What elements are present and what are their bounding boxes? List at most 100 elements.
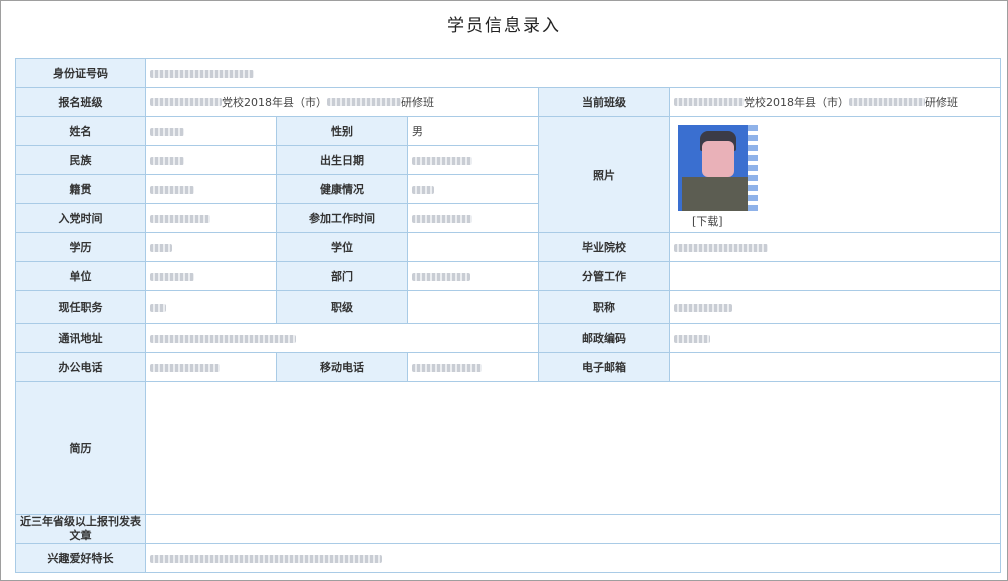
row-education: 学历 学位 毕业院校 xyxy=(15,232,1002,262)
row-class: 报名班级 党校2018年县（市） 研修班 当前班级 党校2018年县（市） 研修班 xyxy=(15,87,1002,117)
label-photo: 照片 xyxy=(538,116,670,233)
office-phone-field[interactable] xyxy=(145,352,277,382)
label-postal-code: 邮政编码 xyxy=(538,323,670,353)
dialog-frame: 学员信息录入 身份证号码 报名班级 党校2018年县（市） 研修班 当前班级 党… xyxy=(0,0,1008,581)
redacted-value xyxy=(412,214,472,223)
label-rank: 职级 xyxy=(276,290,408,324)
label-mobile-phone: 移动电话 xyxy=(276,352,408,382)
health-field[interactable] xyxy=(407,174,539,204)
redacted-value xyxy=(150,214,210,223)
label-party-join-date: 入党时间 xyxy=(15,203,146,233)
resume-field[interactable] xyxy=(144,381,1002,515)
publications-field[interactable] xyxy=(144,514,1002,544)
label-gender: 性别 xyxy=(276,116,408,146)
employer-field[interactable] xyxy=(145,261,277,291)
rank-field[interactable] xyxy=(407,290,539,324)
photo-body xyxy=(682,177,754,211)
enroll-class-field[interactable]: 党校2018年县（市） 研修班 xyxy=(145,87,539,117)
redacted-value xyxy=(674,303,732,312)
redacted-value xyxy=(150,303,166,312)
label-id-number: 身份证号码 xyxy=(15,58,146,88)
label-birth-date: 出生日期 xyxy=(276,145,408,175)
work-start-date-field[interactable] xyxy=(407,203,539,233)
label-email: 电子邮箱 xyxy=(538,352,670,382)
postal-code-field[interactable] xyxy=(668,323,1002,353)
redacted-value xyxy=(327,98,401,106)
label-publications: 近三年省级以上报刊发表文章 xyxy=(15,514,146,544)
degree-field[interactable] xyxy=(407,232,539,262)
label-enroll-class: 报名班级 xyxy=(15,87,146,117)
current-class-suffix: 研修班 xyxy=(925,96,958,109)
education-field[interactable] xyxy=(145,232,277,262)
label-graduate-school: 毕业院校 xyxy=(538,232,670,262)
photo-edge xyxy=(748,125,758,211)
hobbies-field[interactable] xyxy=(144,543,1002,573)
row-publications: 近三年省级以上报刊发表文章 xyxy=(15,514,1002,544)
row-employer: 单位 部门 分管工作 xyxy=(15,261,1002,291)
redacted-value xyxy=(150,554,382,563)
download-link[interactable]: [下载] xyxy=(692,213,996,229)
graduate-school-field[interactable] xyxy=(668,232,1002,262)
label-degree: 学位 xyxy=(276,232,408,262)
redacted-value xyxy=(150,185,194,194)
redacted-value xyxy=(412,272,470,281)
mobile-phone-field[interactable] xyxy=(407,352,539,382)
native-place-field[interactable] xyxy=(145,174,277,204)
redacted-value xyxy=(674,334,710,343)
redacted-value xyxy=(150,98,222,106)
photo-field: [下载] xyxy=(668,116,1002,233)
email-field[interactable] xyxy=(668,352,1002,382)
label-resume: 简历 xyxy=(15,381,146,515)
redacted-value xyxy=(674,243,768,252)
label-health: 健康情况 xyxy=(276,174,408,204)
redacted-value xyxy=(150,363,220,372)
label-position: 现任职务 xyxy=(15,290,146,324)
redacted-value xyxy=(150,272,194,281)
redacted-value xyxy=(412,156,472,165)
position-field[interactable] xyxy=(145,290,277,324)
current-class-field[interactable]: 党校2018年县（市） 研修班 xyxy=(668,87,1002,117)
current-class-text: 党校2018年县（市） xyxy=(744,96,849,109)
party-join-date-field[interactable] xyxy=(145,203,277,233)
student-info-form: 身份证号码 报名班级 党校2018年县（市） 研修班 当前班级 党校2018年县（… xyxy=(15,58,1002,573)
name-field[interactable] xyxy=(145,116,277,146)
row-address: 通讯地址 邮政编码 xyxy=(15,323,1002,353)
label-work-start-date: 参加工作时间 xyxy=(276,203,408,233)
label-address: 通讯地址 xyxy=(15,323,146,353)
responsibility-field[interactable] xyxy=(668,261,1002,291)
enroll-class-suffix: 研修班 xyxy=(401,96,434,109)
redacted-value xyxy=(412,363,482,372)
enroll-class-text: 党校2018年县（市） xyxy=(222,96,327,109)
redacted-value xyxy=(412,185,434,194)
row-id-number: 身份证号码 xyxy=(15,58,1002,88)
title-field[interactable] xyxy=(668,290,1002,324)
row-hobbies: 兴趣爱好特长 xyxy=(15,543,1002,573)
label-current-class: 当前班级 xyxy=(538,87,670,117)
birth-date-field[interactable] xyxy=(407,145,539,175)
label-native-place: 籍贯 xyxy=(15,174,146,204)
label-employer: 单位 xyxy=(15,261,146,291)
gender-field[interactable]: 男 xyxy=(407,116,539,146)
redacted-value xyxy=(150,156,184,165)
label-title: 职称 xyxy=(538,290,670,324)
ethnicity-field[interactable] xyxy=(145,145,277,175)
label-department: 部门 xyxy=(276,261,408,291)
row-position: 现任职务 职级 职称 xyxy=(15,290,1002,324)
redacted-value xyxy=(150,334,296,343)
redacted-value xyxy=(674,98,744,106)
label-name: 姓名 xyxy=(15,116,146,146)
redacted-value xyxy=(150,69,254,78)
redacted-value xyxy=(150,243,172,252)
label-responsibility: 分管工作 xyxy=(538,261,670,291)
address-field[interactable] xyxy=(145,323,539,353)
id-number-field[interactable] xyxy=(144,58,1002,88)
label-education: 学历 xyxy=(15,232,146,262)
gender-value: 男 xyxy=(412,125,423,138)
row-phone: 办公电话 移动电话 电子邮箱 xyxy=(15,352,1002,382)
page-title: 学员信息录入 xyxy=(447,16,561,36)
redacted-value xyxy=(849,98,925,106)
student-photo xyxy=(678,125,758,211)
label-ethnicity: 民族 xyxy=(15,145,146,175)
photo-face xyxy=(702,141,734,177)
department-field[interactable] xyxy=(407,261,539,291)
